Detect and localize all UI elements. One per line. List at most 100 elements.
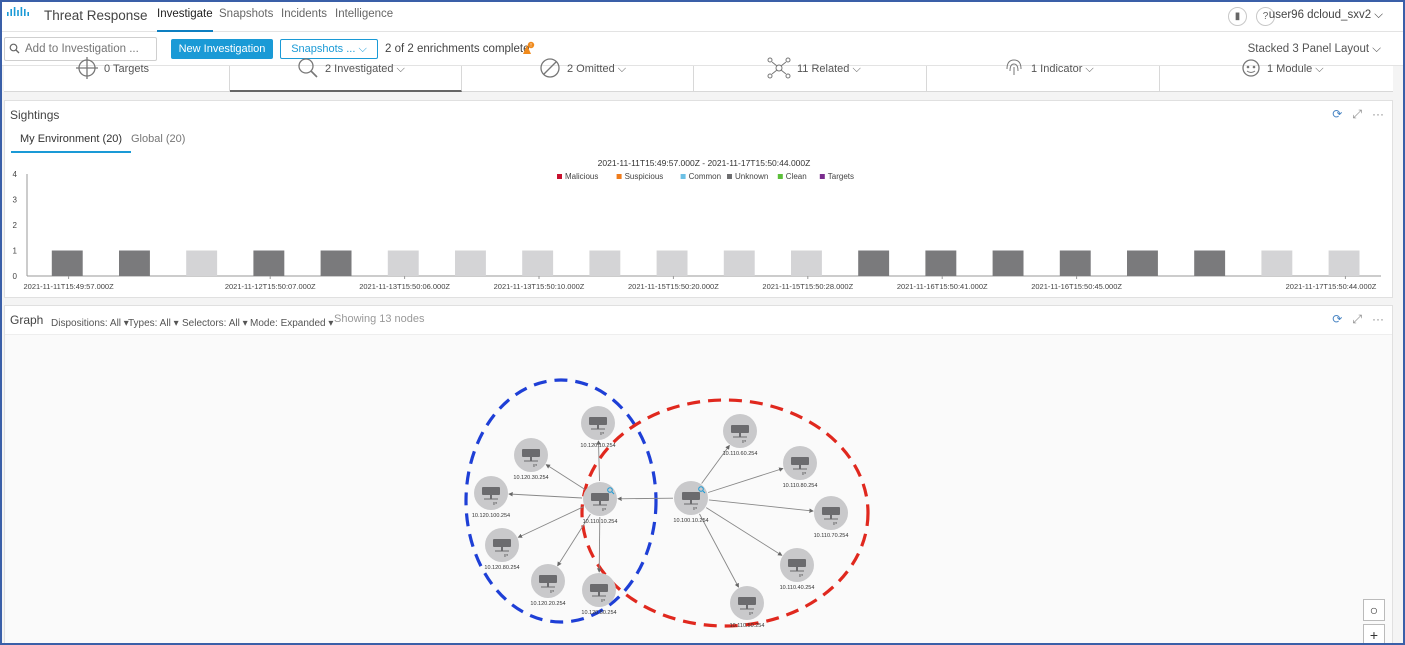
graph-node[interactable]: IP 10.120.100.254 — [472, 476, 510, 519]
summary-indicator[interactable]: 1 Indicator ⌵ — [927, 59, 1160, 92]
summary-module[interactable]: 1 Module ⌵ — [1160, 59, 1393, 92]
graph-node[interactable]: IP 10.110.70.254 — [814, 496, 849, 539]
bar — [1261, 250, 1293, 276]
refresh-icon[interactable]: ⟳ — [1332, 312, 1342, 326]
snapshots-button[interactable]: Snapshots ... ⌵ — [280, 39, 378, 59]
panel-actions: ⟳ ⤢ ··· — [1332, 312, 1384, 327]
node-label: 10.110.60.254 — [723, 451, 758, 457]
graph-node[interactable]: IP 10.120.30.254 — [513, 438, 549, 481]
tab-snapshots[interactable]: Snapshots — [219, 6, 273, 32]
server-icon — [539, 575, 557, 583]
graph-node[interactable]: IP 10.110.60.254 — [723, 414, 758, 457]
mode-filter[interactable]: Mode: Expanded ▾ — [250, 318, 333, 329]
sightings-chart: 2021-11-11T15:49:57.000Z - 2021-11-17T15… — [13, 158, 1381, 291]
node-type: IP — [602, 507, 606, 512]
graph-edge — [596, 516, 602, 573]
node-label: 10.110.70.254 — [814, 533, 849, 539]
more-icon[interactable]: ··· — [1372, 107, 1384, 121]
zoom-reset-button[interactable]: ○ — [1363, 599, 1385, 621]
x-tick-label: 2021-11-16T15:50:41.000Z — [897, 282, 988, 291]
selectors-filter[interactable]: Selectors: All ▾ — [182, 318, 248, 329]
node-label: 10.110.10.254 — [583, 519, 618, 525]
tab-intelligence[interactable]: Intelligence — [335, 6, 393, 32]
summary-omitted[interactable]: 2 Omitted ⌵ — [462, 58, 694, 92]
server-icon-stem — [530, 457, 532, 461]
bar — [1194, 250, 1226, 276]
legend-label: Common — [689, 172, 721, 181]
app-title: Threat Response — [44, 8, 148, 23]
bar — [723, 250, 755, 276]
bar — [858, 250, 890, 276]
new-investigation-button[interactable]: New Investigation — [171, 39, 273, 59]
bar — [656, 250, 688, 276]
expand-icon[interactable]: ⤢ — [1352, 312, 1362, 326]
user-menu[interactable]: user96 dcloud_sxv2 ⌵ — [1269, 9, 1383, 22]
server-icon — [589, 417, 607, 425]
x-tick-label: 2021-11-11T15:49:57.000Z — [23, 282, 114, 291]
search-icon — [9, 43, 20, 54]
graph-edge — [708, 499, 814, 513]
network-icon — [767, 57, 791, 79]
graph-node[interactable]: IP 10.110.50.254 — [730, 586, 765, 629]
bar — [253, 250, 285, 276]
types-filter[interactable]: Types: All ▾ — [128, 318, 179, 329]
graph-canvas[interactable]: IP 10.120.10.254 IP 10.120.30.254 IP 10.120.1… — [5, 334, 1392, 643]
ban-icon — [540, 58, 560, 78]
tab-investigate[interactable]: Investigate — [157, 6, 213, 32]
target-icon — [76, 57, 98, 79]
graph-svg: IP 10.120.10.254 IP 10.120.30.254 IP 10.120.1… — [464, 378, 870, 629]
bar — [51, 250, 83, 276]
graph-node[interactable]: IP 10.110.80.254 — [783, 446, 818, 489]
node-type: IP — [693, 506, 697, 511]
graph-node[interactable]: IP 10.120.80.254 — [484, 528, 520, 571]
graph-node[interactable]: IP 10.120.50.254 — [581, 573, 617, 616]
tab-incidents[interactable]: Incidents — [281, 6, 327, 32]
x-tick-label: 2021-11-13T15:50:06.000Z — [359, 282, 450, 291]
expand-icon[interactable]: ⤢ — [1352, 107, 1362, 121]
graph-edge — [708, 467, 784, 493]
chat-icon[interactable]: ▮ — [1228, 7, 1247, 26]
summary-targets[interactable]: 0 Targets — [4, 57, 230, 92]
bar — [1127, 250, 1158, 276]
search-icon — [298, 58, 318, 78]
warning-icon[interactable]: ! — [519, 41, 535, 55]
server-icon — [788, 559, 806, 567]
graph-node[interactable]: IP 10.110.40.254 — [780, 548, 815, 591]
dispositions-filter[interactable]: Dispositions: All ▾ — [51, 318, 129, 329]
summary-investigated[interactable]: 2 Investigated ⌵ — [230, 58, 462, 92]
legend-label: Unknown — [735, 172, 768, 181]
node-type: IP — [533, 463, 537, 468]
summary-related[interactable]: 11 Related ⌵ — [694, 57, 927, 92]
cisco-logo — [7, 7, 29, 16]
node-label: 10.120.100.254 — [472, 513, 510, 519]
sightings-panel: Sightings ⟳ ⤢ ··· My Environment (20) Gl… — [4, 100, 1393, 298]
graph-node[interactable]: IP 10.100.10.254 — [673, 481, 709, 524]
refresh-icon[interactable]: ⟳ — [1332, 107, 1342, 121]
graph-node[interactable]: IP 10.120.10.254 — [580, 406, 616, 449]
graph-edge — [508, 491, 583, 499]
bar — [1059, 250, 1091, 276]
x-tick-label: 2021-11-15T15:50:28.000Z — [762, 282, 853, 291]
graph-node[interactable]: IP 10.120.20.254 — [530, 564, 566, 607]
enrichment-status: 2 of 2 enrichments complete — [385, 43, 530, 55]
legend-swatch — [680, 174, 686, 179]
server-icon-stem — [739, 433, 741, 437]
node-type: IP — [550, 589, 554, 594]
app-window: Threat Response Investigate Snapshots In… — [0, 0, 1405, 645]
tab-global[interactable]: Global (20) — [131, 133, 185, 153]
node-type: IP — [600, 431, 604, 436]
bar — [1328, 250, 1360, 276]
investigation-summary: 0 Targets 2 Investigated ⌵ 2 Omitted ⌵ 1… — [4, 57, 1393, 92]
tab-my-environment[interactable]: My Environment (20) — [11, 133, 132, 153]
zoom-in-button[interactable]: + — [1363, 624, 1385, 643]
bar — [119, 250, 150, 276]
more-icon[interactable]: ··· — [1372, 312, 1384, 326]
server-icon-stem — [690, 500, 692, 504]
node-label: 10.120.10.254 — [580, 443, 615, 449]
server-icon — [590, 584, 608, 592]
graph-node[interactable]: IP 10.110.10.254 — [583, 482, 618, 525]
legend-label: Suspicious — [625, 172, 664, 181]
server-icon-stem — [598, 592, 600, 596]
server-icon-stem — [599, 501, 601, 505]
layout-selector[interactable]: Stacked 3 Panel Layout ⌵ — [1248, 43, 1381, 56]
